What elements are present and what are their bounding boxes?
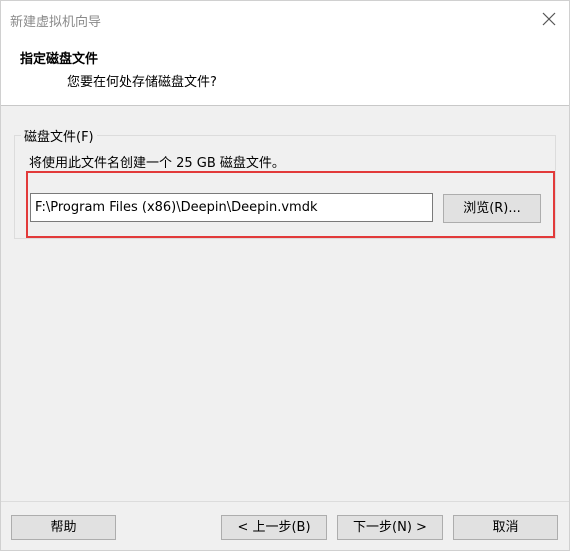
back-button[interactable]: < 上一步(B): [221, 515, 327, 540]
close-button[interactable]: [537, 7, 561, 31]
new-vm-wizard-window: 新建虚拟机向导 指定磁盘文件 您要在何处存储磁盘文件? 磁盘文件(F) 将使用此…: [0, 0, 570, 551]
next-button[interactable]: 下一步(N) >: [337, 515, 443, 540]
disk-file-legend: 磁盘文件(F): [21, 126, 97, 145]
title-bar: 新建虚拟机向导: [1, 1, 569, 39]
help-button[interactable]: 帮助: [11, 515, 116, 540]
page-title: 指定磁盘文件: [20, 52, 99, 67]
close-icon: [542, 12, 556, 26]
disk-file-description: 将使用此文件名创建一个 25 GB 磁盘文件。: [29, 156, 285, 171]
cancel-button[interactable]: 取消: [453, 515, 558, 540]
footer-divider: [1, 501, 569, 502]
wizard-header: 指定磁盘文件 您要在何处存储磁盘文件?: [1, 39, 569, 106]
page-subtitle: 您要在何处存储磁盘文件?: [67, 75, 217, 90]
window-title: 新建虚拟机向导: [10, 15, 102, 30]
highlight-annotation-box: [26, 171, 555, 238]
